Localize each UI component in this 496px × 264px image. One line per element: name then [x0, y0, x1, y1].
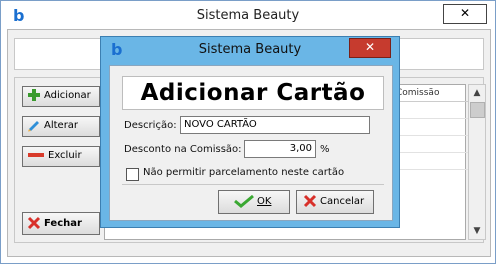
ok-button-label: OK [257, 196, 272, 207]
discount-label: Desconto na Comissão: [124, 144, 242, 155]
table-row[interactable] [391, 153, 468, 170]
description-field[interactable]: NOVO CARTÃO [180, 116, 370, 134]
dialog-separator [122, 184, 384, 185]
dialog-client-area: Adicionar Cartão Descrição: NOVO CARTÃO … [109, 65, 393, 221]
plus-icon [27, 88, 41, 102]
table-row[interactable] [391, 102, 468, 119]
edit-icon [27, 118, 41, 132]
ok-button[interactable]: OK [218, 190, 290, 214]
main-close-button[interactable]: ✕ [443, 4, 487, 24]
main-titlebar[interactable]: b Sistema Beauty ✕ [1, 1, 495, 29]
close-x-icon [27, 216, 41, 230]
close-button[interactable]: Fechar [22, 212, 100, 235]
grid-scrollbar[interactable]: ▲ ▼ [468, 84, 486, 240]
dialog-heading: Adicionar Cartão [122, 76, 384, 110]
minus-icon [27, 148, 45, 162]
add-button[interactable]: Adicionar [22, 86, 100, 107]
delete-button-label: Excluir [48, 150, 82, 161]
delete-button[interactable]: Excluir [22, 146, 100, 167]
scroll-up-icon[interactable]: ▲ [469, 85, 485, 101]
table-row[interactable] [391, 119, 468, 136]
close-button-label: Fechar [44, 218, 82, 229]
installments-checkbox-label[interactable]: Não permitir parcelamento neste cartão [143, 167, 344, 178]
scroll-thumb[interactable] [470, 102, 485, 118]
edit-button-label: Alterar [44, 120, 79, 131]
add-button-label: Adicionar [44, 90, 91, 101]
table-row[interactable] [391, 136, 468, 153]
installments-checkbox[interactable] [126, 168, 139, 181]
grid-column-header[interactable]: Comissão [391, 85, 468, 102]
description-label: Descrição: [124, 120, 177, 131]
dialog-close-button[interactable]: ✕ [349, 38, 391, 58]
cancel-button[interactable]: Cancelar [296, 190, 374, 214]
edit-button[interactable]: Alterar [22, 116, 100, 137]
check-icon [233, 194, 255, 208]
scroll-down-icon[interactable]: ▼ [469, 223, 485, 239]
cancel-x-icon [303, 194, 317, 208]
main-window-title: Sistema Beauty [196, 8, 300, 23]
percent-label: % [320, 144, 330, 155]
add-card-dialog: b Sistema Beauty ✕ Adicionar Cartão Desc… [100, 36, 400, 228]
cancel-button-label: Cancelar [320, 196, 365, 207]
discount-field[interactable]: 3,00 [244, 140, 316, 158]
